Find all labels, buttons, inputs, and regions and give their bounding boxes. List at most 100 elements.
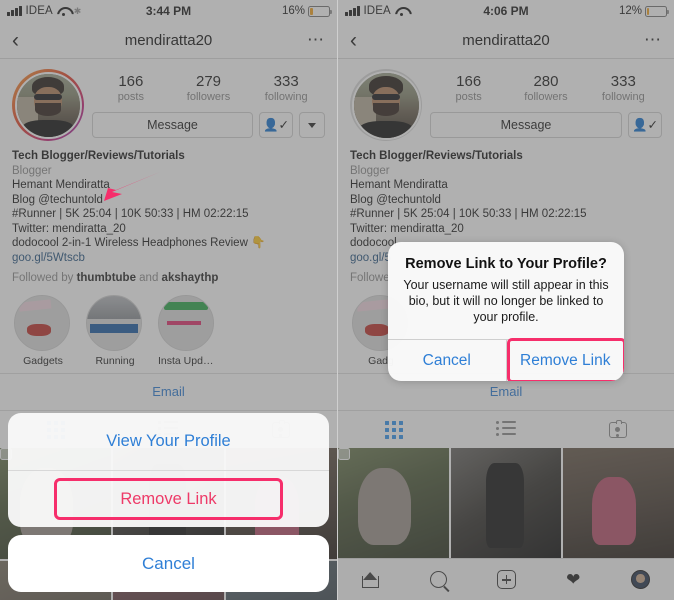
tab-tagged[interactable] [562,419,674,438]
person-check-icon: 👤✓ [262,118,290,132]
action-sheet-group: View Your Profile Remove Link [8,413,329,527]
stats-row: 166 posts 280 followers 333 following [430,69,662,103]
message-button[interactable]: Message [92,112,253,138]
remove-link-label: Remove Link [120,489,217,508]
chevron-down-icon [308,122,316,128]
highlight-cover-image [158,295,214,351]
bio-line-2: Blog @techuntold [350,193,441,206]
story-highlights-row: Gadgets Running Insta Updat... [0,284,337,373]
list-icon [496,420,516,439]
bio-section: Tech Blogger/Reviews/Tutorials Blogger H… [0,141,337,265]
profile-header: 166 posts 280 followers 333 following Me… [338,59,674,141]
home-icon [362,571,381,588]
annotation-arrow-icon [78,170,162,206]
content-tabs-bar [338,410,674,448]
tab-new-post[interactable] [472,570,539,589]
bio-display-name: Tech Blogger/Reviews/Tutorials [350,150,523,162]
search-icon [430,571,448,588]
tab-grid[interactable] [338,420,450,439]
posts-label: posts [455,91,482,103]
alert-cancel-button[interactable]: Cancel [388,340,506,381]
bio-line-4: Twitter: mendiratta_20 [12,222,126,235]
tab-list[interactable] [450,420,562,439]
bio-line-1: Hemant Mendiratta [12,179,110,191]
left-phone-screen: IDEA ✱ 3:44 PM 16% ‹ mendiratta20 ⋯ 166 … [0,0,337,600]
highlight-insta-updates[interactable]: Insta Updat... [158,295,216,367]
grid-icon [385,420,403,439]
bio-website-link[interactable]: goo.gl/5Wtscb [12,251,325,266]
highlight-label: Insta Updat... [158,355,216,367]
bio-line-1: Hemant Mendiratta [350,179,448,191]
email-button[interactable]: Email [152,384,185,399]
remove-link-button[interactable]: Remove Link [8,470,329,527]
stat-posts[interactable]: 166 posts [430,69,507,103]
tagged-icon [609,419,627,438]
followers-count: 280 [533,73,559,90]
followed-by-text: Followed by thumbtube and akshaythp [0,265,337,284]
stat-followers[interactable]: 279 followers [170,69,248,103]
following-count: 333 [610,73,636,90]
followers-count: 279 [195,73,222,90]
bio-display-name: Tech Blogger/Reviews/Tutorials [12,150,185,162]
person-check-button[interactable]: 👤✓ [259,112,293,138]
person-check-button[interactable]: 👤✓ [628,112,662,138]
multi-photo-icon [338,448,350,460]
photo-thumbnail[interactable] [450,448,562,559]
avatar-image [14,71,82,139]
highlight-label: Running [95,355,135,367]
action-sheet-cancel-group: Cancel [8,535,329,592]
followers-label: followers [524,91,568,103]
tab-profile[interactable] [607,570,674,589]
stats-column: 166 posts 280 followers 333 following Me… [422,69,662,141]
stats-row: 166 posts 279 followers 333 following [92,69,325,103]
nav-bar: ‹ mendiratta20 ⋯ [0,22,337,58]
following-label: following [264,91,308,103]
more-actions-button[interactable] [299,112,325,138]
stat-followers[interactable]: 280 followers [507,69,584,103]
avatar-border [350,69,422,141]
profile-avatar-icon [630,570,650,589]
highlight-cover-image [14,295,70,351]
highlight-running[interactable]: Running [86,295,144,367]
followed-by-user-2[interactable]: akshaythp [162,272,219,284]
status-bar: IDEA 4:06 PM 12% [338,0,674,22]
screenshot-pair: IDEA ✱ 3:44 PM 16% ‹ mendiratta20 ⋯ 166 … [0,0,674,600]
email-button[interactable]: Email [490,384,523,399]
followed-by-prefix: Followed by [12,272,77,284]
posts-count: 166 [118,73,144,90]
action-buttons-row: Message 👤✓ [92,112,325,138]
page-title: mendiratta20 [124,31,213,49]
bio-category: Blogger [350,164,390,177]
battery-icon [308,5,332,17]
message-button[interactable]: Message [430,112,622,138]
avatar[interactable] [350,69,422,141]
clock-label: 4:06 PM [483,4,529,18]
followed-by-joiner: and [135,272,162,284]
stat-posts[interactable]: 166 posts [92,69,170,103]
view-your-profile-button[interactable]: View Your Profile [8,413,329,470]
followers-label: followers [186,91,231,103]
alert-title: Remove Link to Your Profile? [405,256,607,272]
battery-icon [645,5,669,17]
alert-message: Your username will still appear in this … [403,278,609,324]
cancel-button[interactable]: Cancel [8,535,329,592]
photo-thumbnail[interactable] [563,448,674,559]
alert-remove-link-button[interactable]: Remove Link [505,338,624,381]
action-sheet: View Your Profile Remove Link Cancel [8,413,329,592]
followed-by-user-1[interactable]: thumbtube [77,272,136,284]
avatar[interactable] [12,69,84,141]
bio-line-4: Twitter: mendiratta_20 [350,222,464,235]
posts-count: 166 [456,73,482,90]
stats-column: 166 posts 279 followers 333 following Me… [84,69,325,141]
highlight-gadgets[interactable]: Gadgets [14,295,72,367]
email-row: Email [0,373,337,410]
tab-home[interactable] [338,571,405,588]
tab-activity[interactable]: ❤ [540,571,607,588]
tab-search[interactable] [405,571,472,588]
bio-line-3: #Runner | 5K 25:04 | 10K 50:33 | HM 02:2… [12,208,249,220]
stat-following[interactable]: 333 following [247,69,325,103]
bio-category: Blogger [12,164,52,177]
stat-following[interactable]: 333 following [585,69,662,103]
bottom-tab-bar: ❤ [338,558,674,600]
photo-thumbnail[interactable] [338,448,449,559]
